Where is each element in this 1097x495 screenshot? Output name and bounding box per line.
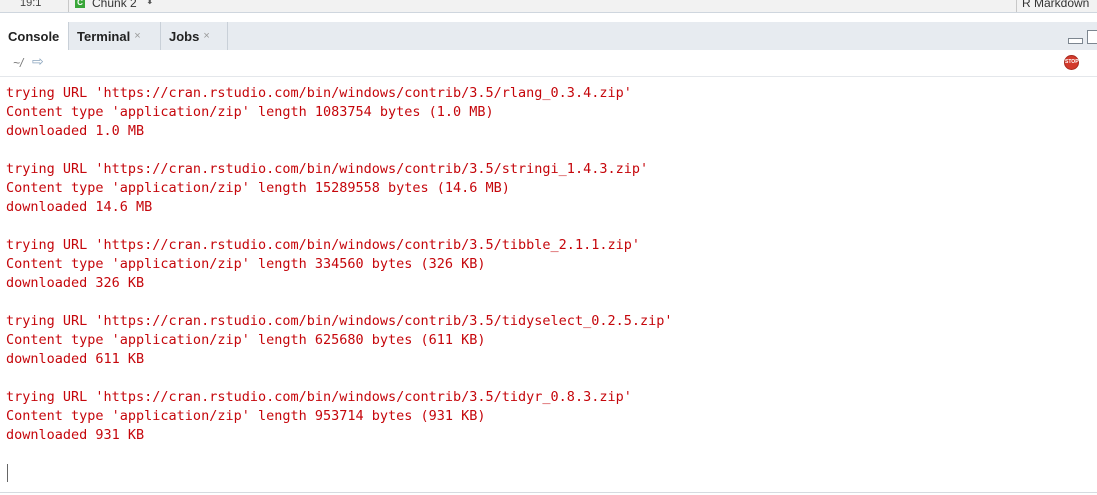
status-divider (68, 0, 69, 12)
console-line: downloaded 326 KB (6, 275, 145, 291)
console-line: Content type 'application/zip' length 15… (6, 180, 510, 196)
tab-console[interactable]: Console (0, 22, 69, 51)
console-line: Content type 'application/zip' length 95… (6, 408, 486, 424)
console-line: Content type 'application/zip' length 33… (6, 256, 486, 272)
chunk-selector[interactable]: Chunk 2 (92, 0, 137, 10)
console-line: trying URL 'https://cran.rstudio.com/bin… (6, 85, 632, 101)
tab-terminal[interactable]: Terminal × (69, 22, 161, 50)
file-type-selector[interactable]: R Markdown (1022, 0, 1089, 10)
cursor-position: 19:1 (20, 0, 42, 9)
console-line: trying URL 'https://cran.rstudio.com/bin… (6, 237, 640, 253)
console-line: Content type 'application/zip' length 62… (6, 332, 486, 348)
console-line: downloaded 931 KB (6, 427, 145, 443)
tab-label: Jobs (169, 28, 200, 44)
close-icon[interactable]: × (134, 30, 140, 42)
console-line: Content type 'application/zip' length 10… (6, 104, 494, 120)
chunk-dropdown-icon[interactable]: ⬍ (146, 0, 154, 7)
tab-label: Terminal (77, 28, 131, 44)
editor-status-bar: 19:1 C Chunk 2 ⬍ R Markdown (0, 0, 1097, 13)
tab-label: Console (8, 29, 60, 44)
chunk-icon: C (75, 0, 85, 8)
console-line: downloaded 14.6 MB (6, 199, 153, 215)
console-line: downloaded 611 KB (6, 351, 145, 367)
console-toolbar: ~/ ⇨ STOP (0, 50, 1097, 77)
close-icon[interactable]: × (203, 30, 209, 42)
console-line: trying URL 'https://cran.rstudio.com/bin… (6, 389, 632, 405)
console-line: downloaded 1.0 MB (6, 123, 145, 139)
status-divider (1016, 0, 1017, 12)
tab-jobs[interactable]: Jobs × (161, 22, 228, 50)
pane-tab-bar: Console Terminal × Jobs × (0, 22, 1097, 51)
console-line: trying URL 'https://cran.rstudio.com/bin… (6, 161, 649, 177)
maximize-pane-icon[interactable] (1087, 30, 1097, 44)
minimize-pane-icon[interactable] (1068, 38, 1083, 44)
console-line: trying URL 'https://cran.rstudio.com/bin… (6, 313, 673, 329)
console-input-cursor[interactable] (7, 464, 8, 482)
stop-icon[interactable]: STOP (1064, 55, 1079, 70)
working-directory: ~/ (13, 56, 24, 70)
pane-bottom-border (0, 492, 1097, 493)
console-output: trying URL 'https://cran.rstudio.com/bin… (6, 84, 1091, 445)
go-to-directory-icon[interactable]: ⇨ (32, 53, 44, 70)
